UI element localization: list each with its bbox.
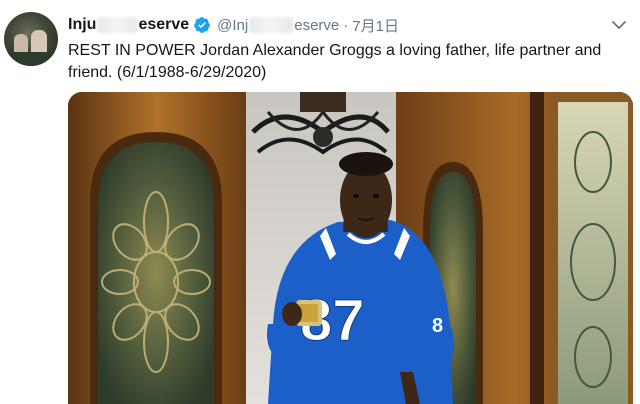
tweet-photo[interactable]: 87 8 bbox=[68, 92, 633, 404]
sleeve-number: 8 bbox=[432, 315, 443, 337]
chevron-down-icon[interactable] bbox=[610, 16, 628, 34]
tweet-header: Inju eserve @Inj eserve · 7月1日 bbox=[68, 14, 399, 36]
tweet-text: REST IN POWER Jordan Alexander Groggs a … bbox=[68, 42, 602, 81]
avatar[interactable] bbox=[4, 12, 58, 66]
handle-suffix: eserve bbox=[294, 16, 340, 34]
handle-prefix: @Inj bbox=[217, 16, 249, 34]
display-name[interactable]: Inju eserve bbox=[68, 16, 211, 34]
verified-badge-icon bbox=[194, 17, 211, 33]
redaction-blur bbox=[97, 17, 138, 33]
tweet-card[interactable]: Inju eserve @Inj eserve · 7月1日 REST IN P… bbox=[0, 0, 640, 404]
handle[interactable]: @Inj eserve bbox=[217, 17, 339, 34]
display-name-suffix: eserve bbox=[138, 16, 190, 33]
display-name-prefix: Inju bbox=[68, 16, 97, 33]
separator: · bbox=[343, 16, 349, 34]
redaction-blur bbox=[249, 17, 294, 33]
timestamp[interactable]: 7月1日 bbox=[352, 15, 399, 36]
photo-image: 87 8 bbox=[68, 92, 633, 404]
